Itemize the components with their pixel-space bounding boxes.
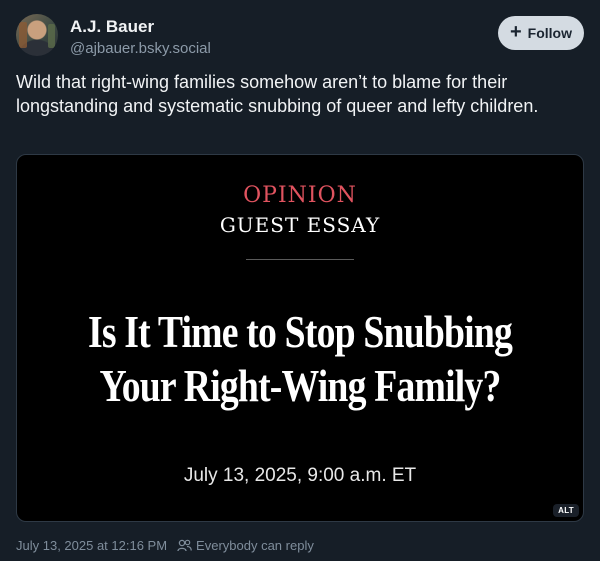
post-footer: July 13, 2025 at 12:16 PM Everybody can … [16, 538, 314, 553]
author-avatar[interactable] [16, 14, 58, 56]
embed-kicker: GUEST ESSAY [219, 213, 381, 237]
post-text: Wild that right-wing families somehow ar… [16, 72, 539, 116]
post-timestamp[interactable]: July 13, 2025 at 12:16 PM [16, 538, 167, 553]
follow-label: Follow [527, 25, 572, 41]
follow-button[interactable]: + Follow [497, 16, 584, 50]
image-embed[interactable]: OPINION GUEST ESSAY Is It Time to Stop S… [16, 154, 584, 522]
reply-setting: Everybody can reply [177, 538, 314, 553]
author-handle[interactable]: @ajbauer.bsky.social [70, 40, 211, 57]
avatar-detail [19, 22, 27, 48]
post-header: A.J. Bauer @ajbauer.bsky.social + Follow [16, 14, 584, 62]
embed-divider [246, 259, 354, 260]
author-display-name[interactable]: A.J. Bauer [70, 17, 154, 37]
alt-text-badge[interactable]: ALT [553, 504, 579, 517]
reply-setting-label: Everybody can reply [196, 538, 314, 553]
avatar-detail [48, 24, 55, 48]
embed-section-label: OPINION [243, 183, 357, 208]
plus-icon: + [509, 21, 522, 43]
embed-date: July 13, 2025, 9:00 a.m. ET [183, 465, 417, 486]
embed-headline: Is It Time to Stop Snubbing Your Right-W… [84, 305, 515, 413]
embed-headline-line1: Is It Time to Stop Snubbing [87, 306, 513, 357]
people-icon [177, 539, 192, 552]
embed-headline-line2: Your Right-Wing Family? [99, 360, 501, 411]
